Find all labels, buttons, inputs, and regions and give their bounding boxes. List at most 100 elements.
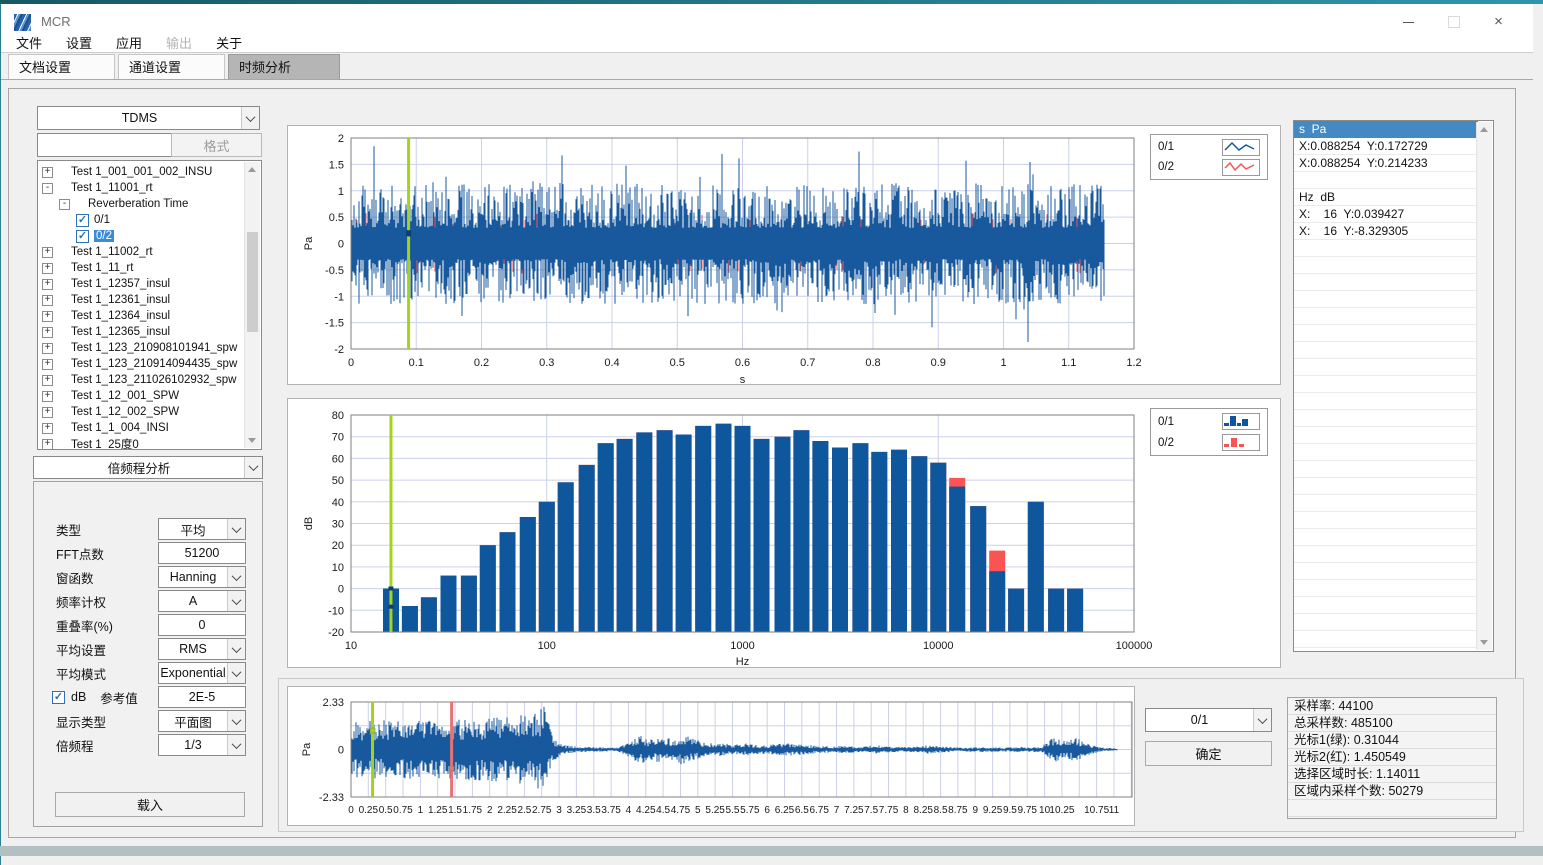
tree-scrollbar[interactable] xyxy=(244,162,260,448)
tree-item[interactable]: +Test 1_123_210908101941_spw xyxy=(38,340,261,356)
spectrum-chart[interactable]: 80706050403020100-10-2010100100010000100… xyxy=(288,399,1280,667)
tree-item[interactable]: +Test 1_12364_insul xyxy=(38,308,261,324)
readout-row[interactable] xyxy=(1294,308,1478,325)
readout-row[interactable] xyxy=(1294,631,1478,648)
readout-row[interactable]: X:0.088254 Y:0.172729 xyxy=(1294,138,1478,155)
collapse-minus-icon[interactable]: - xyxy=(42,183,53,194)
form-select-3[interactable]: A xyxy=(158,590,246,612)
form-input-4[interactable]: 0 xyxy=(158,614,246,636)
readout-row[interactable] xyxy=(1294,257,1478,274)
scrollbar-thumb[interactable] xyxy=(247,232,258,332)
form-select-8[interactable]: 平面图 xyxy=(158,710,246,732)
readout-row[interactable] xyxy=(1294,563,1478,580)
readout-row[interactable]: X: 16 Y:0.039427 xyxy=(1294,206,1478,223)
expand-plus-icon[interactable]: + xyxy=(42,423,53,434)
expand-plus-icon[interactable]: + xyxy=(42,391,53,402)
expand-plus-icon[interactable]: + xyxy=(42,327,53,338)
load-button[interactable]: 载入 xyxy=(55,792,245,817)
readout-row[interactable] xyxy=(1294,614,1478,631)
tree-item[interactable]: +Test 1_123_210914094435_spw xyxy=(38,356,261,372)
form-select-6[interactable]: Exponential xyxy=(158,662,246,684)
readout-row[interactable] xyxy=(1294,325,1478,342)
expand-plus-icon[interactable]: + xyxy=(42,407,53,418)
readout-row[interactable] xyxy=(1294,410,1478,427)
readout-row[interactable] xyxy=(1294,478,1478,495)
tree-item[interactable]: -Reverberation Time xyxy=(38,196,261,212)
readout-row[interactable] xyxy=(1294,274,1478,291)
tree-item[interactable]: +Test 1_123_211026102932_spw xyxy=(38,372,261,388)
readout-row[interactable] xyxy=(1294,512,1478,529)
tree-item[interactable]: +Test 1_12_001_SPW xyxy=(38,388,261,404)
scroll-up-icon[interactable] xyxy=(1477,122,1491,137)
tree-item[interactable]: ✓0/1 xyxy=(38,212,261,228)
scroll-down-icon[interactable] xyxy=(1477,635,1491,650)
record-overview-chart[interactable]: 2.330-2.3300.250.50.7511.251.51.7522.252… xyxy=(288,687,1134,825)
filter-input[interactable] xyxy=(37,133,172,157)
tree-item[interactable]: +Test 1_11_rt xyxy=(38,260,261,276)
expand-plus-icon[interactable]: + xyxy=(42,375,53,386)
tree-item[interactable]: +Test 1_25度0 xyxy=(38,436,261,450)
readout-row[interactable] xyxy=(1294,580,1478,597)
readout-row[interactable]: X:0.088254 Y:0.214233 xyxy=(1294,155,1478,172)
expand-plus-icon[interactable]: + xyxy=(42,247,53,258)
channel-select[interactable]: 0/1 xyxy=(1145,708,1272,732)
readout-header-row[interactable]: s Pa xyxy=(1294,121,1478,138)
readout-scrollbar[interactable] xyxy=(1476,122,1492,650)
tree-item[interactable]: +Test 1_1_004_INSI xyxy=(38,420,261,436)
expand-plus-icon[interactable]: + xyxy=(42,263,53,274)
expand-plus-icon[interactable]: + xyxy=(42,439,53,450)
readout-row[interactable] xyxy=(1294,291,1478,308)
confirm-button[interactable]: 确定 xyxy=(1145,741,1272,766)
readout-row[interactable] xyxy=(1294,376,1478,393)
cursor-readout-list[interactable]: s PaX:0.088254 Y:0.172729X:0.088254 Y:0.… xyxy=(1293,120,1494,652)
time-chart[interactable]: 21.510.50-0.5-1-1.5-200.10.20.30.40.50.6… xyxy=(288,126,1280,384)
menu-item-设置[interactable]: 设置 xyxy=(54,33,104,52)
scroll-up-icon[interactable] xyxy=(245,162,259,177)
tab-文档设置[interactable]: 文档设置 xyxy=(8,54,115,79)
expand-plus-icon[interactable]: + xyxy=(42,279,53,290)
readout-row[interactable] xyxy=(1294,240,1478,257)
readout-row[interactable] xyxy=(1294,427,1478,444)
readout-row[interactable]: Hz dB xyxy=(1294,189,1478,206)
form-select-9[interactable]: 1/3 xyxy=(158,734,246,756)
form-select-2[interactable]: Hanning xyxy=(158,566,246,588)
readout-row[interactable] xyxy=(1294,444,1478,461)
tree-item[interactable]: +Test 1_12357_insul xyxy=(38,276,261,292)
expand-plus-icon[interactable]: + xyxy=(42,343,53,354)
menu-item-文件[interactable]: 文件 xyxy=(4,33,54,52)
readout-row[interactable] xyxy=(1294,529,1478,546)
menu-item-应用[interactable]: 应用 xyxy=(104,33,154,52)
scroll-down-icon[interactable] xyxy=(245,433,259,448)
readout-row[interactable] xyxy=(1294,546,1478,563)
form-input-1[interactable]: 51200 xyxy=(158,542,246,564)
analysis-type-select[interactable]: 倍频程分析 xyxy=(33,456,263,479)
expand-plus-icon[interactable]: + xyxy=(42,311,53,322)
form-select-5[interactable]: RMS xyxy=(158,638,246,660)
tree-item[interactable]: -Test 1_11001_rt xyxy=(38,180,261,196)
readout-row[interactable] xyxy=(1294,342,1478,359)
tab-通道设置[interactable]: 通道设置 xyxy=(118,54,225,79)
channel-checkbox[interactable]: ✓ xyxy=(76,230,89,243)
tree-item[interactable]: +Test 1_12361_insul xyxy=(38,292,261,308)
form-input-7[interactable]: 2E-5 xyxy=(158,686,246,708)
channel-checkbox[interactable]: ✓ xyxy=(76,214,89,227)
tree-item[interactable]: +Test 1_11002_rt xyxy=(38,244,261,260)
readout-row[interactable] xyxy=(1294,359,1478,376)
file-format-select[interactable]: TDMS xyxy=(37,106,260,130)
tree-item[interactable]: +Test 1_12365_insul xyxy=(38,324,261,340)
readout-row[interactable] xyxy=(1294,597,1478,614)
menu-item-关于[interactable]: 关于 xyxy=(204,33,254,52)
form-select-0[interactable]: 平均 xyxy=(158,518,246,540)
collapse-minus-icon[interactable]: - xyxy=(59,199,70,210)
expand-plus-icon[interactable]: + xyxy=(42,167,53,178)
tree-item[interactable]: +Test 1_12_002_SPW xyxy=(38,404,261,420)
readout-row[interactable] xyxy=(1294,172,1478,189)
readout-row[interactable]: X: 16 Y:-8.329305 xyxy=(1294,223,1478,240)
expand-plus-icon[interactable]: + xyxy=(42,359,53,370)
readout-row[interactable] xyxy=(1294,393,1478,410)
readout-row[interactable] xyxy=(1294,495,1478,512)
db-checkbox[interactable]: ✓ xyxy=(52,691,65,704)
tree-item[interactable]: +Test 1_001_001_002_INSU xyxy=(38,164,261,180)
tab-时频分析[interactable]: 时频分析 xyxy=(228,54,340,79)
tree-item[interactable]: ✓0/2 xyxy=(38,228,261,244)
